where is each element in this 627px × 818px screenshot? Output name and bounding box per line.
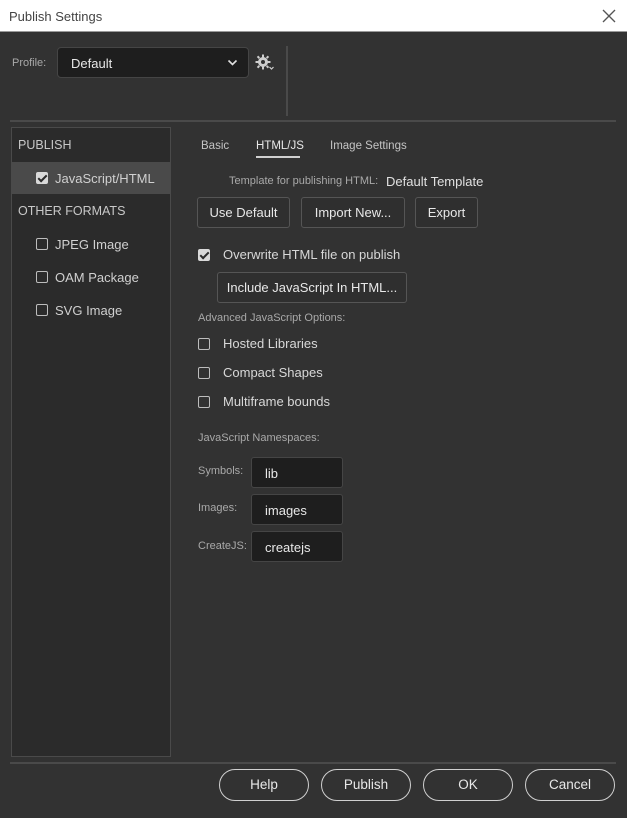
include-javascript-button[interactable]: Include JavaScript In HTML... bbox=[217, 272, 407, 303]
import-new-button[interactable]: Import New... bbox=[301, 197, 405, 228]
svg-image-checkbox[interactable] bbox=[36, 304, 48, 316]
use-default-button[interactable]: Use Default bbox=[197, 197, 290, 228]
header-divider bbox=[10, 120, 616, 122]
overwrite-checkbox[interactable] bbox=[198, 249, 210, 261]
createjs-value: createjs bbox=[265, 540, 311, 555]
symbols-label: Symbols: bbox=[198, 465, 244, 477]
gear-icon[interactable] bbox=[254, 53, 274, 71]
tab-image-settings[interactable]: Image Settings bbox=[330, 140, 407, 152]
advanced-options-label: Advanced JavaScript Options: bbox=[198, 312, 346, 324]
hosted-libraries-checkbox[interactable] bbox=[198, 338, 210, 350]
template-label: Template for publishing HTML: bbox=[229, 175, 379, 187]
help-button[interactable]: Help bbox=[219, 769, 309, 801]
sidebar-item-jpeg-image[interactable]: JPEG Image bbox=[12, 228, 170, 260]
other-formats-heading: OTHER FORMATS bbox=[18, 204, 126, 218]
images-value: images bbox=[265, 503, 307, 518]
overwrite-label: Overwrite HTML file on publish bbox=[223, 247, 401, 262]
close-icon[interactable] bbox=[599, 6, 619, 26]
footer-divider bbox=[10, 762, 616, 764]
title-bar: Publish Settings bbox=[0, 0, 627, 32]
images-label: Images: bbox=[198, 502, 238, 514]
export-button[interactable]: Export bbox=[415, 197, 478, 228]
createjs-field[interactable]: createjs bbox=[251, 531, 343, 562]
tab-html-js[interactable]: HTML/JS bbox=[256, 140, 304, 152]
publish-button[interactable]: Publish bbox=[321, 769, 411, 801]
hosted-libraries-label: Hosted Libraries bbox=[223, 336, 318, 351]
format-sidebar: PUBLISH JavaScript/HTML OTHER FORMATS JP… bbox=[11, 127, 171, 757]
sidebar-item-javascript-html[interactable]: JavaScript/HTML bbox=[12, 162, 170, 194]
window-title: Publish Settings bbox=[9, 9, 103, 24]
compact-shapes-label: Compact Shapes bbox=[223, 365, 323, 380]
symbols-field[interactable]: lib bbox=[251, 457, 343, 488]
tab-basic[interactable]: Basic bbox=[201, 140, 229, 152]
jpeg-image-checkbox[interactable] bbox=[36, 238, 48, 250]
cancel-button[interactable]: Cancel bbox=[525, 769, 615, 801]
namespaces-label: JavaScript Namespaces: bbox=[198, 432, 320, 444]
multiframe-bounds-label: Multiframe bounds bbox=[223, 394, 330, 409]
images-field[interactable]: images bbox=[251, 494, 343, 525]
sidebar-item-label: JPEG Image bbox=[55, 237, 129, 252]
sidebar-item-svg-image[interactable]: SVG Image bbox=[12, 294, 170, 326]
symbols-value: lib bbox=[265, 466, 279, 481]
oam-package-checkbox[interactable] bbox=[36, 271, 48, 283]
publish-heading: PUBLISH bbox=[18, 138, 72, 152]
template-value: Default Template bbox=[386, 174, 484, 189]
createjs-label: CreateJS: bbox=[198, 540, 247, 552]
profile-label: Profile: bbox=[12, 57, 47, 69]
sidebar-item-label: OAM Package bbox=[55, 270, 139, 285]
profile-select[interactable]: Default bbox=[57, 47, 249, 78]
javascript-html-checkbox[interactable] bbox=[36, 172, 48, 184]
toolbar-separator bbox=[286, 46, 288, 116]
chevron-down-icon bbox=[227, 59, 238, 66]
active-tab-indicator bbox=[256, 156, 300, 158]
compact-shapes-checkbox[interactable] bbox=[198, 367, 210, 379]
ok-button[interactable]: OK bbox=[423, 769, 513, 801]
sidebar-item-label: JavaScript/HTML bbox=[55, 171, 155, 186]
sidebar-item-label: SVG Image bbox=[55, 303, 123, 318]
multiframe-bounds-checkbox[interactable] bbox=[198, 396, 210, 408]
sidebar-item-oam-package[interactable]: OAM Package bbox=[12, 261, 170, 293]
profile-value: Default bbox=[71, 56, 113, 71]
